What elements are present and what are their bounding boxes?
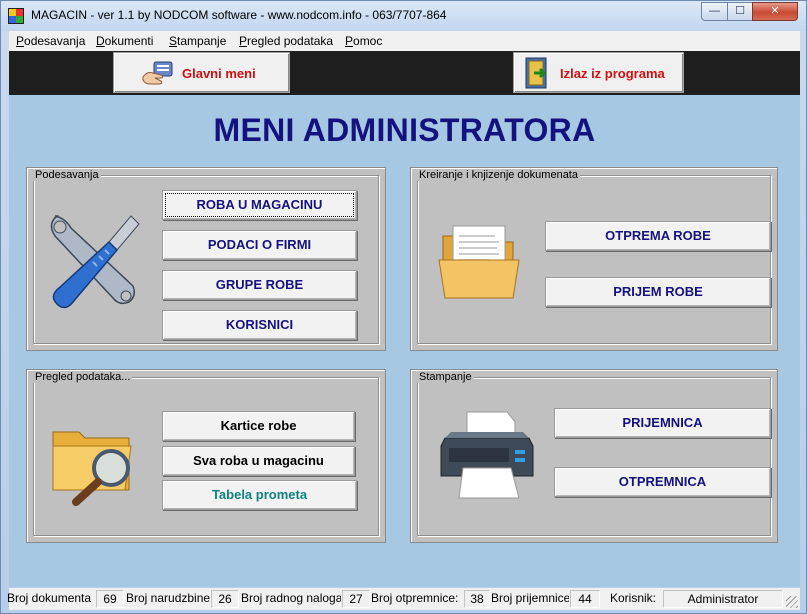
- broj-otpremnice-value: 38: [464, 590, 490, 608]
- maximize-button[interactable]: ☐: [727, 2, 753, 21]
- broj-otpremnice-label: Broj otpremnice:: [371, 591, 459, 605]
- menu-bar: Podesavanja Dokumenti Stampanje Pregled …: [9, 31, 800, 51]
- podaci-o-firmi-button[interactable]: PODACI O FIRMI: [162, 230, 357, 260]
- broj-radnog-naloga-value: 27: [342, 590, 370, 608]
- title-bar[interactable]: MAGACIN - ver 1.1 by NODCOM software - w…: [1, 1, 806, 31]
- broj-narudzbine-label: Broj narudzbine: [126, 591, 210, 605]
- menu-pregled-podataka[interactable]: Pregled podataka: [239, 34, 333, 48]
- resize-grip[interactable]: [786, 596, 798, 608]
- exit-door-icon: [525, 57, 547, 89]
- pregled-legend: Pregled podataka...: [33, 371, 133, 383]
- minimize-button[interactable]: —: [701, 2, 728, 21]
- broj-narudzbine-value: 26: [211, 590, 239, 608]
- close-button[interactable]: ✕: [752, 2, 798, 21]
- dokumenti-group: Kreiranje i knjizenje dokumenata OTPREMA…: [410, 167, 778, 351]
- folder-document-icon: [438, 225, 520, 299]
- prijemnica-button[interactable]: PRIJEMNICA: [554, 408, 771, 438]
- menu-dokumenti[interactable]: Dokumenti: [96, 34, 153, 48]
- tools-icon: [50, 215, 140, 309]
- korisnici-button[interactable]: KORISNICI: [162, 310, 357, 340]
- app-icon: [8, 8, 24, 24]
- prijem-robe-button[interactable]: PRIJEM ROBE: [545, 277, 771, 307]
- dokumenti-legend: Kreiranje i knjizenje dokumenata: [417, 169, 580, 181]
- printer-icon: [440, 411, 534, 499]
- glavni-meni-button[interactable]: Glavni meni: [113, 52, 290, 93]
- toolbar: Glavni meni Izlaz iz programa: [9, 51, 800, 95]
- menu-pomoc[interactable]: Pomoc: [345, 34, 382, 48]
- korisnik-label: Korisnik:: [610, 591, 657, 605]
- folder-search-icon: [52, 431, 132, 506]
- izlaz-label: Izlaz iz programa: [560, 66, 665, 81]
- sva-roba-u-magacinu-button[interactable]: Sva roba u magacinu: [162, 446, 355, 476]
- menu-podesavanja[interactable]: Podesavanja: [16, 34, 85, 48]
- korisnik-value: Administrator: [663, 590, 783, 608]
- izlaz-iz-programa-button[interactable]: Izlaz iz programa: [513, 52, 684, 93]
- menu-stampanje[interactable]: Stampanje: [169, 34, 226, 48]
- status-bar: Broj dokumenta 69 Broj narudzbine 26 Bro…: [7, 588, 800, 610]
- podesavanja-group: Podesavanja ROBA U MAGACINU PODACI O FIR…: [26, 167, 386, 351]
- broj-radnog-naloga-label: Broj radnog naloga: [241, 591, 341, 605]
- podesavanja-legend: Podesavanja: [33, 169, 101, 181]
- stampanje-legend: Stampanje: [417, 371, 474, 383]
- tabela-prometa-button[interactable]: Tabela prometa: [162, 480, 357, 510]
- broj-prijemnice-value: 44: [570, 590, 600, 608]
- broj-dokumenta-label: Broj dokumenta: [7, 591, 92, 605]
- app-window: MAGACIN - ver 1.1 by NODCOM software - w…: [0, 0, 807, 614]
- grupe-robe-button[interactable]: GRUPE ROBE: [162, 270, 357, 300]
- main-panel: MENI ADMINISTRATORA Podesavanja ROBA U M…: [9, 95, 800, 587]
- window-title: MAGACIN - ver 1.1 by NODCOM software - w…: [31, 8, 447, 22]
- broj-prijemnice-label: Broj prijemnice: [491, 591, 569, 605]
- glavni-meni-label: Glavni meni: [182, 66, 256, 81]
- hand-menu-icon: [142, 61, 173, 85]
- pregled-podataka-group: Pregled podataka... Kartice robe Sva rob…: [26, 369, 386, 543]
- stampanje-group: Stampanje PRIJEMNICA OTPREMNICA: [410, 369, 778, 543]
- otpremnica-button[interactable]: OTPREMNICA: [554, 467, 771, 497]
- page-title: MENI ADMINISTRATORA: [213, 112, 596, 148]
- kartice-robe-button[interactable]: Kartice robe: [162, 411, 355, 441]
- broj-dokumenta-value: 69: [96, 590, 124, 608]
- otprema-robe-button[interactable]: OTPREMA ROBE: [545, 221, 771, 251]
- roba-u-magacinu-button[interactable]: ROBA U MAGACINU: [162, 190, 357, 220]
